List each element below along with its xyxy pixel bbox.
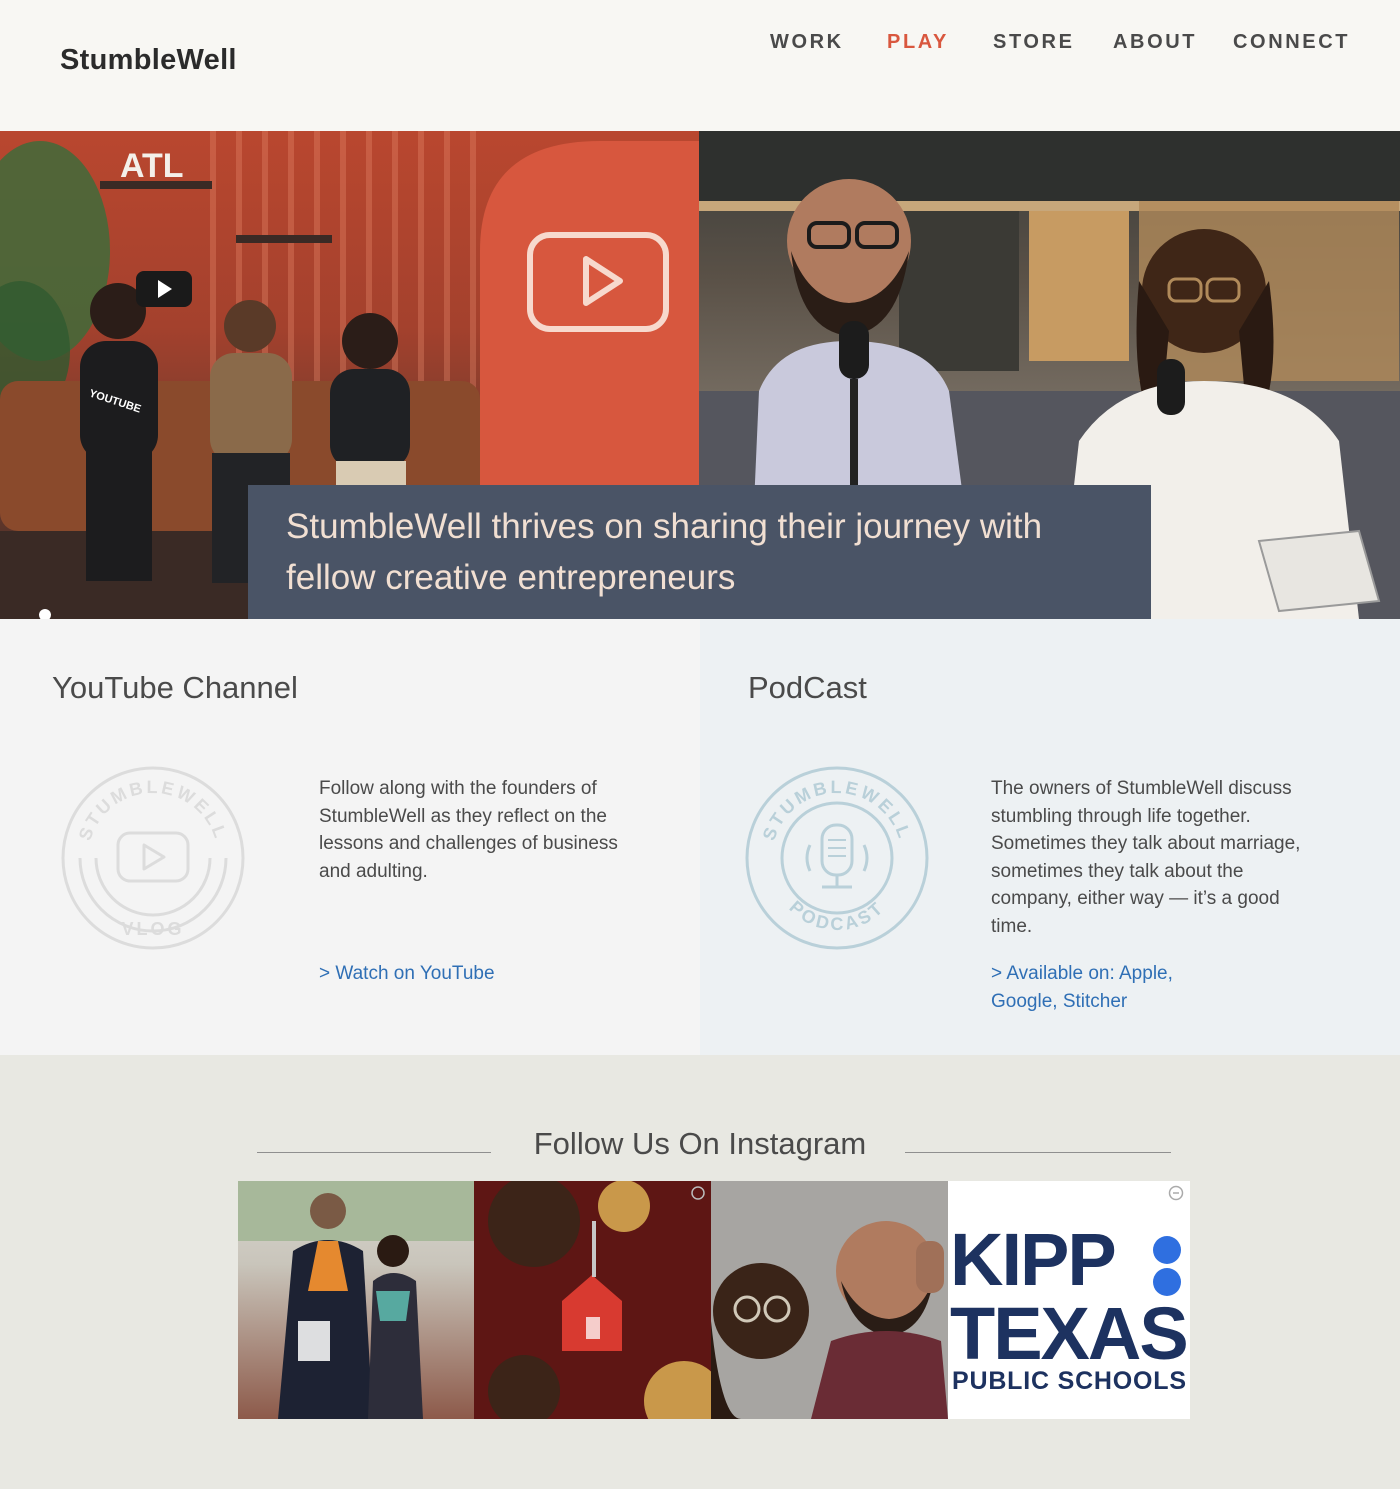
atl-sign: ATL [120, 147, 184, 185]
podcast-title: PodCast [748, 670, 867, 705]
podcast-platforms-link[interactable]: > Available on: Apple, Google, Stitcher [991, 960, 1241, 1015]
svg-text:VLOG: VLOG [121, 919, 184, 939]
youtube-title: YouTube Channel [52, 670, 298, 705]
podcast-badge-icon: STUMBLEWELL PODCAST [745, 766, 929, 950]
instagram-post-kipp[interactable]: KIPP TEXAS PUBLIC SCHOOLS [948, 1181, 1190, 1419]
nav-connect[interactable]: CONNECT [1233, 31, 1350, 54]
hero-caption: StumbleWell thrives on sharing their jou… [286, 507, 1043, 597]
youtube-description: Follow along with the founders of Stumbl… [319, 778, 618, 882]
instagram-post-graduation[interactable] [238, 1181, 474, 1419]
hero-caption-box: StumbleWell thrives on sharing their jou… [248, 485, 1151, 619]
post-options-icon[interactable] [1168, 1185, 1184, 1201]
microphone-icon [839, 321, 869, 379]
instagram-post-selfie[interactable] [711, 1181, 948, 1419]
divider-right [905, 1152, 1171, 1153]
watch-on-youtube-link[interactable]: > Watch on YouTube [319, 960, 495, 988]
site-logo[interactable]: StumbleWell [60, 44, 237, 77]
instagram-post-housekeys[interactable] [474, 1181, 711, 1419]
kipp-texas: TEXAS [950, 1292, 1189, 1375]
instagram-title: Follow Us On Instagram [533, 1126, 867, 1161]
graduation-photo [238, 1181, 474, 1419]
nav-store[interactable]: STORE [993, 31, 1075, 54]
nav-work[interactable]: WORK [770, 31, 844, 54]
podcast-section: PodCast STUMBLEWELL PODCAST The owners o… [700, 619, 1400, 1055]
podcast-description: The owners of StumbleWell discuss stumbl… [991, 778, 1301, 937]
vlog-badge-icon: STUMBLEWELL VLOG [61, 766, 245, 950]
selfie-photo [711, 1181, 948, 1419]
nav-play[interactable]: PLAY [887, 31, 949, 54]
youtube-section: YouTube Channel STUMBLEWELL VLOG Follow … [0, 619, 700, 1055]
hero-banner: ATL YOUTUBE StumbleWell thrives on shari… [0, 131, 1400, 619]
svg-text:PODCAST: PODCAST [786, 897, 889, 934]
kipp-wordmark: KIPP [950, 1218, 1117, 1301]
site-header: StumbleWell WORK PLAY STORE ABOUT CONNEC… [0, 0, 1400, 131]
kipp-public-schools: PUBLIC SCHOOLS [952, 1367, 1187, 1395]
nav-about[interactable]: ABOUT [1113, 31, 1197, 54]
house-keys-photo [474, 1181, 711, 1419]
